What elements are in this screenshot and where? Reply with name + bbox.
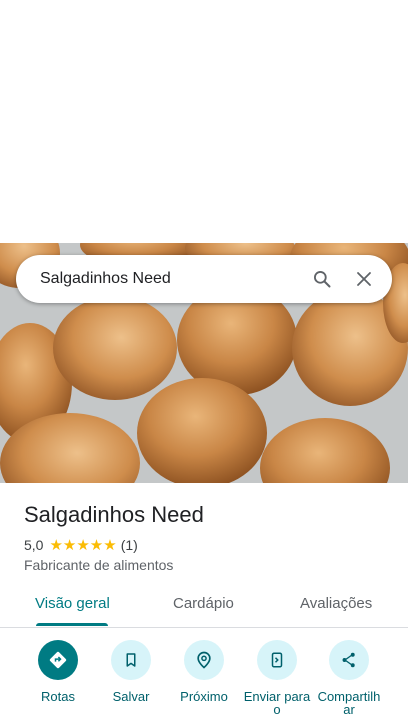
search-bar[interactable]: Salgadinhos Need	[16, 255, 392, 303]
close-icon[interactable]	[350, 265, 378, 293]
tab-overview[interactable]: Visão geral	[35, 595, 110, 612]
search-icon[interactable]	[308, 265, 336, 293]
share-icon	[329, 640, 369, 680]
tab-bar: Visão geral Cardápio Avaliações	[0, 585, 408, 628]
save-button[interactable]: Salvar	[91, 640, 171, 703]
send-to-phone-button[interactable]: Enviar para o	[237, 640, 317, 716]
nearby-button[interactable]: Próximo	[164, 640, 244, 703]
place-category: Fabricante de alimentos	[24, 557, 174, 573]
rating-value: 5,0	[24, 537, 44, 553]
action-buttons-row: Rotas Salvar Próximo Enviar para o Compa…	[0, 640, 408, 726]
directions-label: Rotas	[41, 689, 75, 704]
review-count[interactable]: (1)	[121, 537, 138, 553]
map-area	[0, 0, 408, 243]
bookmark-icon	[111, 640, 151, 680]
send-to-phone-label: Enviar para o	[243, 689, 311, 717]
place-title: Salgadinhos Need	[24, 502, 204, 527]
tab-menu[interactable]: Cardápio	[173, 595, 234, 612]
tab-reviews[interactable]: Avaliações	[300, 595, 372, 612]
search-query-text[interactable]: Salgadinhos Need	[40, 270, 308, 288]
active-tab-indicator	[36, 623, 108, 626]
send-to-phone-icon	[257, 640, 297, 680]
save-label: Salvar	[112, 689, 150, 704]
directions-button[interactable]: Rotas	[18, 640, 98, 703]
share-button[interactable]: Compartilhar	[309, 640, 389, 716]
directions-icon	[38, 640, 78, 680]
star-rating-icon: ★★★★★	[49, 537, 117, 554]
share-label: Compartilhar	[317, 689, 381, 717]
nearby-icon	[184, 640, 224, 680]
rating-row[interactable]: 5,0 ★★★★★ (1)	[24, 536, 138, 554]
nearby-label: Próximo	[180, 689, 228, 704]
